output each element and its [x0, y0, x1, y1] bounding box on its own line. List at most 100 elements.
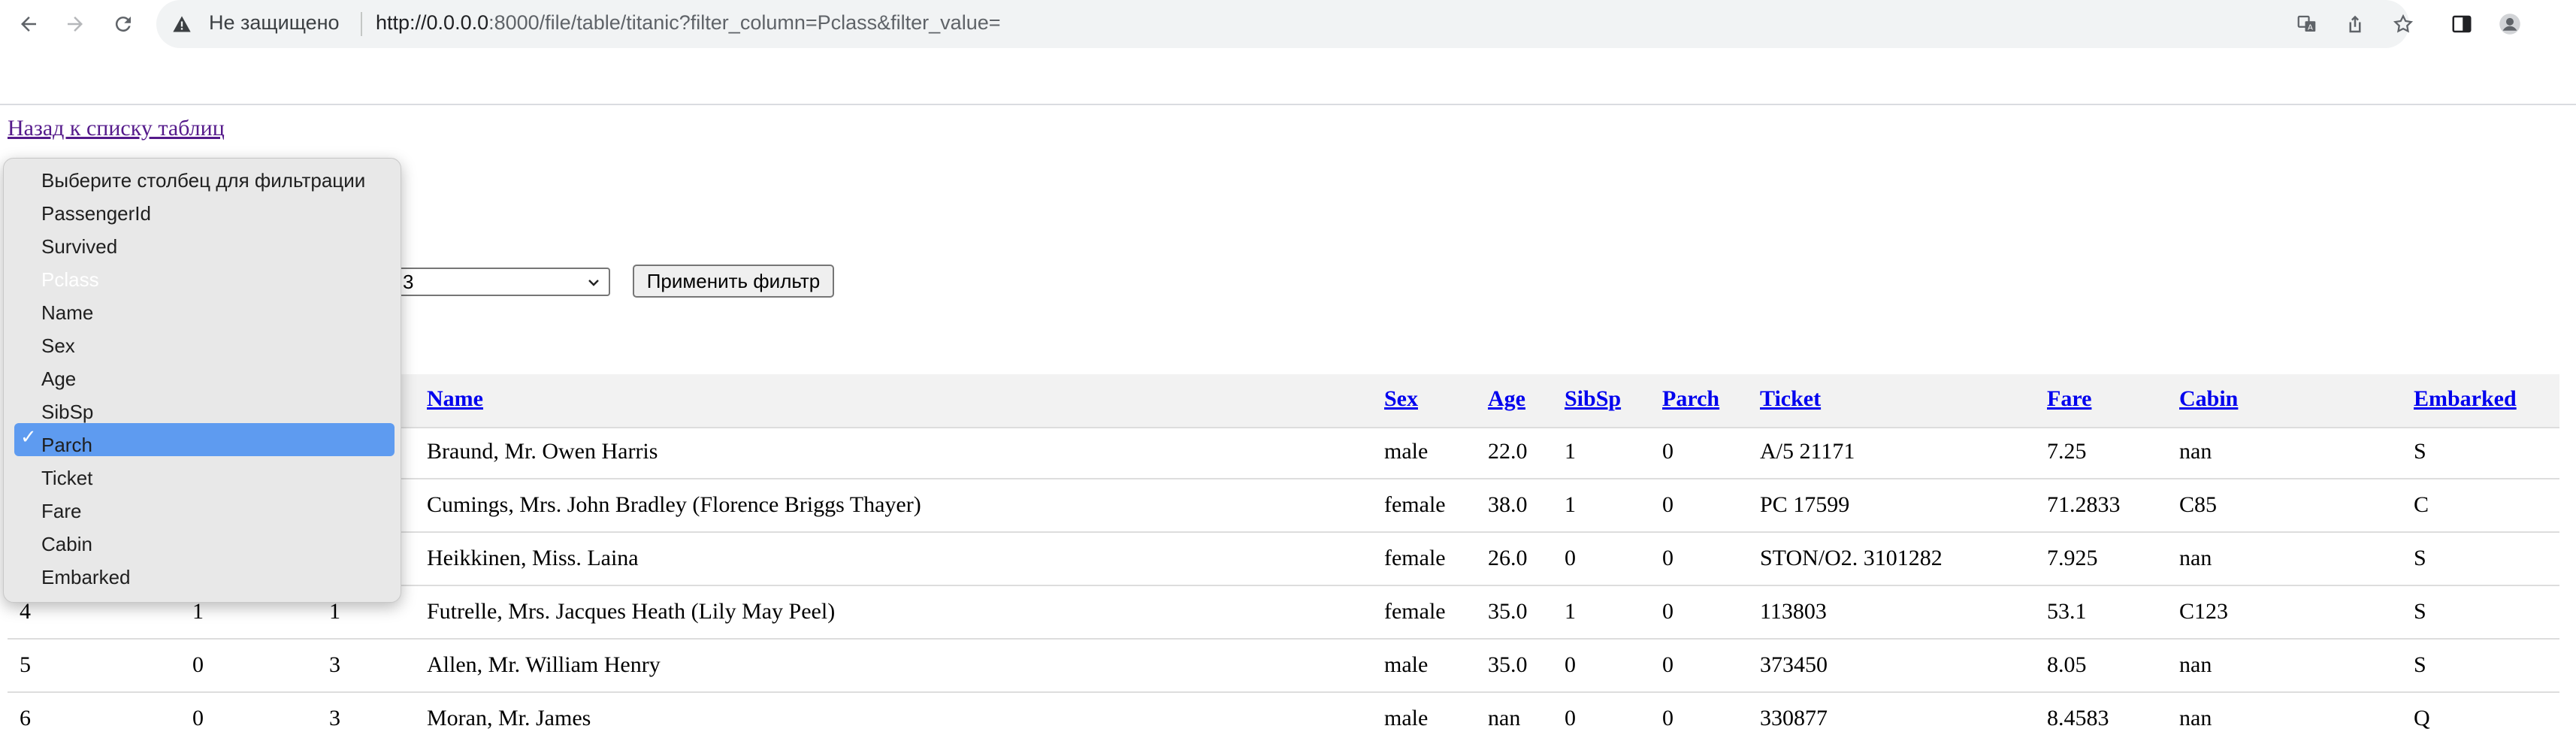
- back-arrow-icon[interactable]: [12, 8, 45, 41]
- filter-value-selected: 3: [403, 271, 414, 293]
- cell-age: 38.0: [1488, 492, 1528, 517]
- cell-cabin: nan: [2179, 652, 2212, 677]
- browser-toolbar: Не защищено http://0.0.0.0:8000/file/tab…: [0, 0, 2576, 48]
- header-age[interactable]: Age: [1488, 386, 1525, 412]
- cell-age: nan: [1488, 706, 1521, 730]
- profile-avatar-icon[interactable]: [2493, 8, 2526, 41]
- cell-cabin: C123: [2179, 599, 2229, 624]
- forward-arrow-icon[interactable]: [59, 8, 92, 41]
- cell-pclass: 3: [329, 706, 340, 730]
- back-to-tables-link[interactable]: Назад к списку таблиц: [8, 116, 225, 141]
- cell-sibsp: 1: [1565, 492, 1576, 517]
- checkmark-icon: ✓: [20, 426, 37, 449]
- option-placeholder[interactable]: Выберите столбец для фильтрации: [41, 169, 365, 192]
- option-survived[interactable]: Survived: [41, 235, 117, 259]
- url-text[interactable]: http://0.0.0.0:8000/file/table/titanic?f…: [376, 11, 1001, 35]
- cell-parch: 0: [1662, 599, 1673, 624]
- cell-ticket: STON/O2. 3101282: [1760, 546, 1943, 570]
- header-sibsp[interactable]: SibSp: [1565, 386, 1621, 412]
- cell-sex: male: [1384, 652, 1429, 677]
- share-icon[interactable]: [2339, 8, 2372, 41]
- option-fare[interactable]: Fare: [41, 500, 81, 523]
- filter-value-select[interactable]: 3: [395, 268, 610, 296]
- cell-cabin: nan: [2179, 706, 2212, 730]
- cell-sibsp: 0: [1565, 652, 1576, 677]
- cell-embarked: S: [2414, 652, 2426, 677]
- chevron-down-icon: [588, 280, 599, 286]
- option-sex[interactable]: Sex: [41, 334, 75, 358]
- cell-embarked: S: [2414, 546, 2426, 570]
- cell-passenger-id: 5: [20, 652, 31, 677]
- row-divider: [8, 691, 2559, 693]
- url-host: http://0.0.0.0: [376, 11, 489, 34]
- cell-cabin: nan: [2179, 546, 2212, 570]
- cell-name: Cumings, Mrs. John Bradley (Florence Bri…: [427, 492, 921, 517]
- header-fare[interactable]: Fare: [2047, 386, 2091, 412]
- cell-passenger-id: 6: [20, 706, 31, 730]
- star-icon[interactable]: [2387, 8, 2420, 41]
- cell-age: 35.0: [1488, 599, 1528, 624]
- cell-fare: 71.2833: [2047, 492, 2121, 517]
- cell-name: Braund, Mr. Owen Harris: [427, 439, 658, 464]
- option-name[interactable]: Name: [41, 301, 93, 325]
- cell-survived: 0: [192, 652, 204, 677]
- security-status[interactable]: Не защищено: [209, 11, 340, 35]
- cell-pclass: 1: [329, 599, 340, 624]
- cell-embarked: Q: [2414, 706, 2430, 730]
- option-pclass[interactable]: Pclass: [41, 268, 99, 292]
- header-ticket[interactable]: Ticket: [1760, 386, 1821, 412]
- cell-name: Futrelle, Mrs. Jacques Heath (Lily May P…: [427, 599, 836, 624]
- cell-cabin: nan: [2179, 439, 2212, 464]
- cell-fare: 53.1: [2047, 599, 2087, 624]
- cell-pclass: 3: [329, 652, 340, 677]
- header-cabin[interactable]: Cabin: [2179, 386, 2238, 412]
- cell-sex: female: [1384, 599, 1446, 624]
- cell-ticket: 330877: [1760, 706, 1828, 730]
- address-divider: [361, 12, 362, 36]
- cell-cabin: C85: [2179, 492, 2218, 517]
- cell-name: Moran, Mr. James: [427, 706, 591, 730]
- option-cabin[interactable]: Cabin: [41, 533, 92, 556]
- option-embarked[interactable]: Embarked: [41, 566, 131, 589]
- cell-passenger-id: 4: [20, 599, 31, 624]
- cell-ticket: A/5 21171: [1760, 439, 1855, 464]
- url-path: :8000/file/table/titanic?filter_column=P…: [488, 11, 1001, 34]
- cell-ticket: 113803: [1760, 599, 1827, 624]
- header-embarked[interactable]: Embarked: [2414, 386, 2517, 412]
- cell-age: 35.0: [1488, 652, 1528, 677]
- apply-filter-button[interactable]: Применить фильтр: [633, 265, 834, 298]
- cell-sex: male: [1384, 706, 1429, 730]
- cell-sex: female: [1384, 492, 1446, 517]
- cell-fare: 8.05: [2047, 652, 2087, 677]
- cell-embarked: C: [2414, 492, 2429, 517]
- cell-survived: 0: [192, 706, 204, 730]
- translate-icon[interactable]: A: [2290, 8, 2324, 41]
- cell-parch: 0: [1662, 706, 1673, 730]
- cell-sex: female: [1384, 546, 1446, 570]
- cell-embarked: S: [2414, 599, 2426, 624]
- header-name[interactable]: Name: [427, 386, 483, 412]
- option-sibsp[interactable]: SibSp: [41, 401, 93, 424]
- cell-parch: 0: [1662, 652, 1673, 677]
- cell-age: 26.0: [1488, 546, 1528, 570]
- cell-sibsp: 0: [1565, 546, 1576, 570]
- option-ticket[interactable]: Ticket: [41, 467, 92, 490]
- cell-parch: 0: [1662, 439, 1673, 464]
- column-select-dropdown[interactable]: ✓ Выберите столбец для фильтрации Passen…: [3, 158, 401, 603]
- toolbar-divider: [0, 104, 2576, 105]
- cell-sibsp: 1: [1565, 599, 1576, 624]
- option-parch[interactable]: Parch: [41, 434, 92, 457]
- option-age[interactable]: Age: [41, 367, 76, 391]
- cell-ticket: 373450: [1760, 652, 1828, 677]
- option-passengerid[interactable]: PassengerId: [41, 202, 151, 225]
- header-parch[interactable]: Parch: [1662, 386, 1719, 412]
- side-panel-icon[interactable]: [2445, 8, 2478, 41]
- header-sex[interactable]: Sex: [1384, 386, 1418, 412]
- reload-icon[interactable]: [107, 8, 140, 41]
- cell-sex: male: [1384, 439, 1429, 464]
- cell-parch: 0: [1662, 492, 1673, 517]
- warning-icon[interactable]: [171, 14, 192, 35]
- cell-age: 22.0: [1488, 439, 1528, 464]
- svg-text:A: A: [2308, 24, 2313, 32]
- cell-sibsp: 0: [1565, 706, 1576, 730]
